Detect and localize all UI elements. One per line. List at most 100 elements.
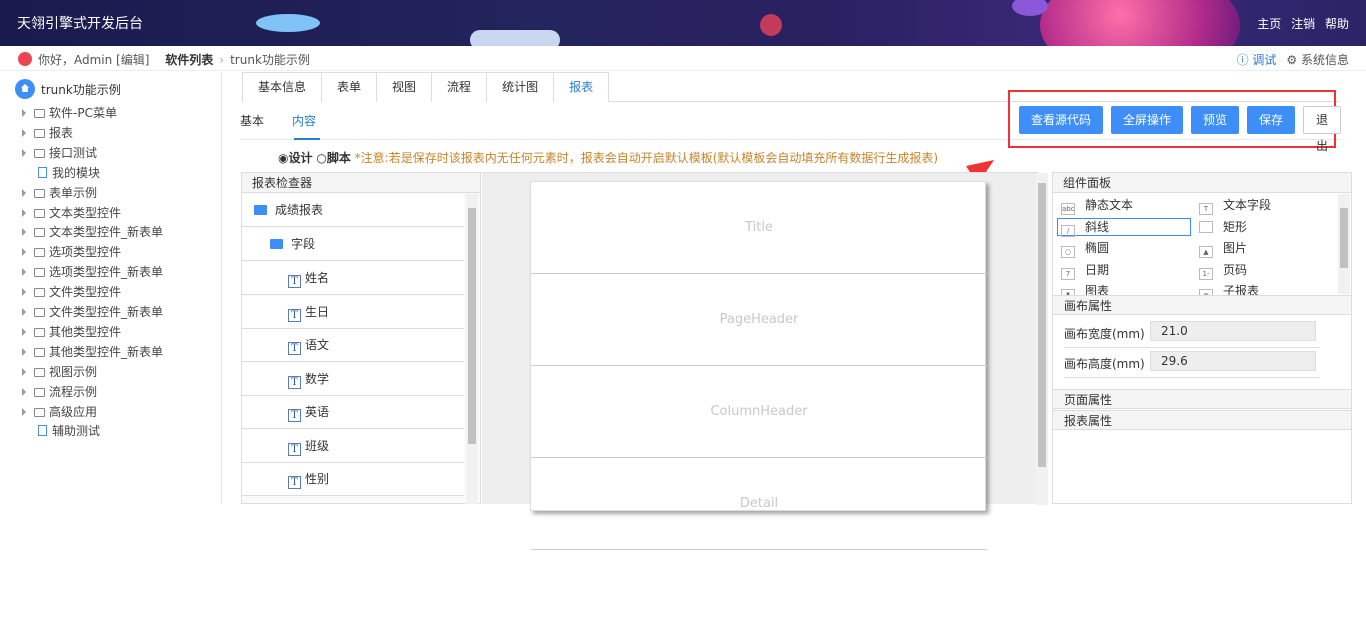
report-props-title[interactable]: 报表属性 xyxy=(1053,410,1351,430)
nav-home[interactable]: 主页 xyxy=(1257,17,1281,31)
breadcrumb: 你好，Admin [编辑] 软件列表 › trunk功能示例 xyxy=(18,51,310,68)
scroll-thumb[interactable] xyxy=(1340,208,1348,268)
greeting-text[interactable]: 你好，Admin [编辑] xyxy=(38,53,149,67)
subtab-content[interactable]: 内容 xyxy=(292,114,316,128)
chevron-right-icon[interactable] xyxy=(22,128,26,137)
sidebar-item-label: 辅助测试 xyxy=(52,424,101,439)
sidebar-item-label: 我的模块 xyxy=(52,165,101,180)
tab-basic-info[interactable]: 基本信息 xyxy=(242,72,323,102)
chevron-right-icon[interactable] xyxy=(22,109,26,117)
sidebar-item[interactable]: 软件-PC菜单 xyxy=(22,104,117,124)
sidebar-item[interactable]: 流程示例 xyxy=(22,383,97,403)
text-field-icon: T xyxy=(288,342,301,355)
nav-help[interactable]: 帮助 xyxy=(1325,17,1349,31)
sidebar-item[interactable]: 文件类型控件_新表单 xyxy=(22,303,163,323)
sidebar-item[interactable]: 其他类型控件 xyxy=(22,323,121,343)
inspector-field[interactable]: T 班级 xyxy=(242,429,464,463)
tree-root[interactable]: trunk功能示例 xyxy=(15,79,121,99)
inspector-field[interactable]: T 性别 xyxy=(242,463,464,496)
tab-report[interactable]: 报表 xyxy=(553,72,610,102)
tab-chart[interactable]: 统计图 xyxy=(486,72,555,102)
scroll-thumb[interactable] xyxy=(468,208,476,444)
chevron-right-icon[interactable] xyxy=(22,308,26,316)
band-detail[interactable]: Detail xyxy=(531,458,987,550)
sidebar-item[interactable]: 视图示例 xyxy=(22,363,97,383)
sidebar-item[interactable]: 文本类型控件_新表单 xyxy=(22,223,163,243)
component-item[interactable]: / 斜线 xyxy=(1061,218,1109,237)
action-highlight-box: 查看源代码 全屏操作 预览 保存 退出 xyxy=(1008,90,1342,153)
sidebar-item[interactable]: 表单示例 xyxy=(22,184,97,204)
fullscreen-button[interactable]: 全屏操作 xyxy=(1111,106,1184,134)
design-radio[interactable]: ◉设计 xyxy=(278,151,313,165)
chevron-right-icon[interactable] xyxy=(22,148,26,157)
inspector-field[interactable]: T 英语 xyxy=(242,396,464,429)
tab-form[interactable]: 表单 xyxy=(321,72,378,102)
component-item[interactable]: T 文本字段 xyxy=(1199,196,1271,215)
chevron-right-icon[interactable] xyxy=(22,407,26,416)
component-item[interactable]: abc 静态文本 xyxy=(1061,196,1134,215)
sidebar-item[interactable]: 我的模块 xyxy=(22,164,100,184)
debug-link[interactable]: ⓘ 调试 xyxy=(1237,53,1277,67)
component-scrollbar[interactable] xyxy=(1338,194,1350,294)
canvas-scrollbar[interactable] xyxy=(1036,173,1048,505)
component-item[interactable]: 7 日期 xyxy=(1061,261,1109,280)
folder-icon xyxy=(34,308,45,317)
breadcrumb-section[interactable]: 软件列表 xyxy=(165,53,213,67)
chevron-right-icon[interactable] xyxy=(22,327,26,336)
tab-flow[interactable]: 流程 xyxy=(431,72,488,102)
chevron-right-icon[interactable] xyxy=(22,228,26,237)
preview-button[interactable]: 预览 xyxy=(1191,106,1240,134)
save-button[interactable]: 保存 xyxy=(1247,106,1296,134)
inspector-folder[interactable]: 字段 xyxy=(242,228,464,261)
sidebar-item[interactable]: 辅助测试 xyxy=(22,422,100,442)
page-props-title[interactable]: 页面属性 xyxy=(1053,389,1351,409)
chevron-right-icon[interactable] xyxy=(22,188,26,197)
sidebar-item[interactable]: 选项类型控件 xyxy=(22,243,121,263)
inspector-field[interactable]: T 生日 xyxy=(242,295,464,329)
inspector-field[interactable]: T 姓名 xyxy=(242,262,464,295)
chevron-right-icon[interactable] xyxy=(22,288,26,297)
inspector-field[interactable]: T 数学 xyxy=(242,362,464,396)
text-field-icon: T xyxy=(288,442,301,456)
inspector-field[interactable]: T 语文 xyxy=(242,329,464,362)
canvas-width-input[interactable]: 21.0 xyxy=(1150,321,1316,341)
chevron-right-icon[interactable] xyxy=(22,268,26,277)
component-item[interactable]: ○ 椭圆 xyxy=(1061,239,1109,258)
sidebar-item[interactable]: 选项类型控件_新表单 xyxy=(22,263,163,283)
component-label: 静态文本 xyxy=(1085,198,1134,212)
chevron-right-icon[interactable] xyxy=(22,248,26,257)
band-title[interactable]: Title xyxy=(531,182,987,274)
sidebar-item[interactable]: 接口测试 xyxy=(22,144,97,164)
band-page-header[interactable]: PageHeader xyxy=(531,274,987,366)
chevron-right-icon[interactable] xyxy=(22,347,26,356)
component-item[interactable]: 矩形 xyxy=(1199,218,1247,236)
sidebar-item[interactable]: 文本类型控件 xyxy=(22,204,121,224)
text-field-icon: T xyxy=(288,375,301,389)
subtab-basic[interactable]: 基本 xyxy=(240,114,264,128)
chevron-right-icon[interactable] xyxy=(22,387,26,396)
component-item[interactable]: 1- 页码 xyxy=(1199,261,1247,280)
chevron-right-icon[interactable] xyxy=(22,208,26,217)
sidebar-item[interactable]: 其他类型控件_新表单 xyxy=(22,343,163,363)
breadcrumb-current: trunk功能示例 xyxy=(230,53,310,67)
inspector-root[interactable]: 成绩报表 xyxy=(242,194,464,227)
scroll-thumb[interactable] xyxy=(1038,183,1046,467)
view-source-button[interactable]: 查看源代码 xyxy=(1019,106,1104,134)
sidebar-item[interactable]: 报表 xyxy=(22,124,73,144)
script-radio[interactable]: ○脚本 xyxy=(316,151,351,165)
canvas-props-title[interactable]: 画布属性 xyxy=(1053,295,1351,315)
chevron-right-icon[interactable] xyxy=(22,367,26,376)
text-field-icon: T xyxy=(288,275,301,288)
nav-logout[interactable]: 注销 xyxy=(1291,17,1315,31)
component-label: 矩形 xyxy=(1223,219,1248,234)
exit-button[interactable]: 退出 xyxy=(1303,106,1342,153)
sidebar-item[interactable]: 高级应用 xyxy=(22,403,97,423)
band-column-header[interactable]: ColumnHeader xyxy=(531,366,987,458)
sidebar-item[interactable]: 文件类型控件 xyxy=(22,283,121,303)
canvas-height-input[interactable]: 29.6 xyxy=(1150,351,1316,371)
component-item[interactable]: ▲ 图片 xyxy=(1199,239,1247,258)
decor-planet-small xyxy=(760,14,782,36)
sysinfo-link[interactable]: ⚙ 系统信息 xyxy=(1286,53,1349,67)
tab-view[interactable]: 视图 xyxy=(376,72,433,102)
inspector-scrollbar[interactable] xyxy=(466,194,478,504)
